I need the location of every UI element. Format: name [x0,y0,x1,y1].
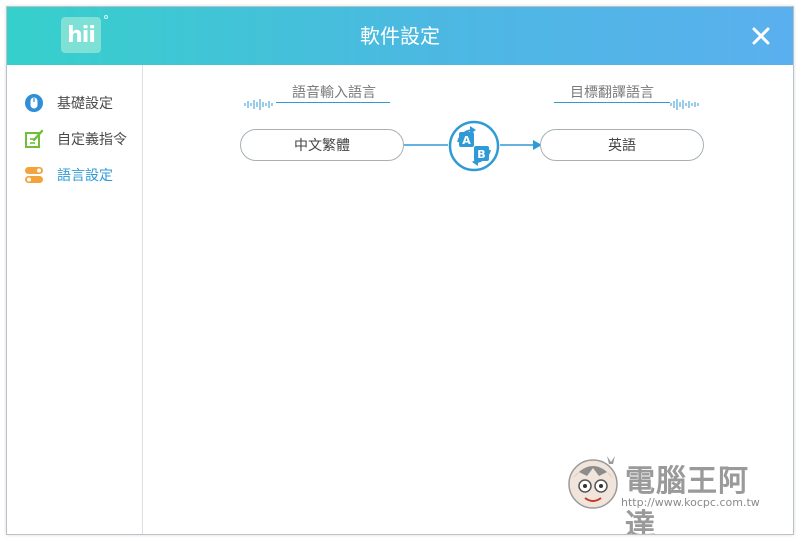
edit-icon [23,128,45,150]
watermark: 電腦王阿達 http://www.kocpc.com.tw [563,450,775,534]
mouse-icon [23,92,45,114]
language-switch-icon [23,164,45,186]
mascot-face-icon [568,456,618,509]
translate-swap-button[interactable]: A B [448,120,500,172]
title-bar: hii 軟件設定 [7,7,793,65]
close-icon [752,27,770,45]
input-language-heading: 語音輸入語言 [292,85,376,101]
settings-window: hii 軟件設定 基礎設定 自定義指令 語言設定 語音輸入語言 目標翻譯語言 中… [6,6,794,535]
swap-label-a: A [462,134,471,147]
close-button[interactable] [749,24,773,48]
language-settings-panel: 語音輸入語言 目標翻譯語言 中文繁體 A B 英語 電腦王阿達 http://w… [144,65,793,534]
sidebar-item-basic-settings[interactable]: 基礎設定 [23,91,139,115]
output-language-select[interactable]: 英語 [540,129,704,161]
swap-label-b: B [477,148,485,161]
translate-icon: A B [448,120,500,172]
sidebar-item-label: 基礎設定 [57,96,113,112]
sidebar-item-language-settings[interactable]: 語言設定 [23,163,139,187]
sidebar-item-custom-commands[interactable]: 自定義指令 [23,127,139,151]
sidebar: 基礎設定 自定義指令 語言設定 [7,65,143,534]
input-heading-underline [276,102,390,103]
sidebar-item-label: 語言設定 [57,168,113,184]
input-language-value: 中文繁體 [294,138,350,154]
output-heading-underline [554,102,670,103]
sidebar-item-label: 自定義指令 [57,132,127,148]
output-language-heading: 目標翻譯語言 [570,85,654,101]
watermark-url: http://www.kocpc.com.tw [621,496,760,509]
sound-wave-icon [670,99,699,110]
input-language-select[interactable]: 中文繁體 [240,129,404,161]
window-title: 軟件設定 [360,24,440,48]
sound-wave-icon [244,99,273,110]
output-language-value: 英語 [608,138,636,154]
